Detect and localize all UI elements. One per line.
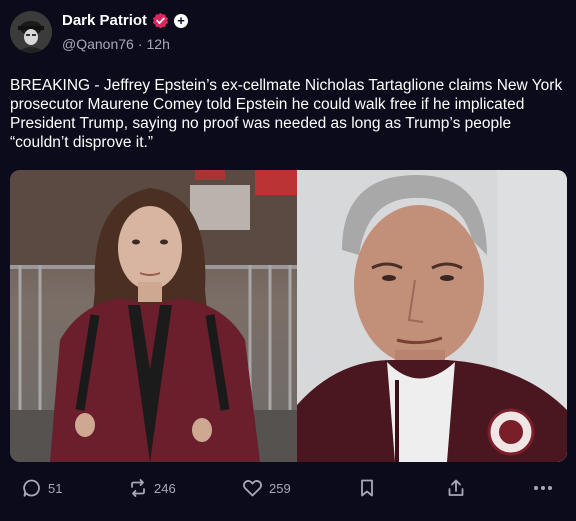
reply-icon: [23, 479, 40, 497]
like-count: 259: [269, 480, 291, 496]
more-options-button[interactable]: [532, 478, 554, 498]
post-card[interactable]: Dark Patriot + @Qanon76 · 12h BREAKING -…: [0, 0, 576, 521]
author-avatar[interactable]: [10, 11, 52, 53]
reply-count: 51: [48, 480, 63, 496]
repost-icon: [131, 479, 145, 497]
avatar-image: [10, 11, 52, 53]
photo-woman-maroon-coat[interactable]: [10, 170, 297, 462]
meta-separator: ·: [137, 36, 143, 52]
repost-button[interactable]: 246: [128, 478, 176, 498]
author-name[interactable]: Dark Patriot: [62, 12, 147, 29]
more-dots-icon: [534, 486, 552, 490]
photo-right-image: [297, 170, 567, 462]
post-media[interactable]: [10, 170, 567, 462]
bookmark-button[interactable]: [358, 478, 376, 498]
post-time[interactable]: 12h: [147, 36, 170, 52]
author-handle[interactable]: @Qanon76: [62, 36, 134, 52]
follow-plus-icon[interactable]: +: [174, 13, 189, 28]
action-bar: 51 246 259: [0, 478, 576, 510]
share-button[interactable]: [446, 478, 466, 498]
photo-left-image: [10, 170, 297, 462]
author-row: Dark Patriot +: [62, 12, 189, 29]
heart-icon: [243, 479, 262, 497]
like-button[interactable]: 259: [242, 478, 291, 498]
post-text: BREAKING - Jeffrey Epstein’s ex-cellmate…: [10, 77, 563, 151]
post-meta: @Qanon76 · 12h: [62, 36, 170, 52]
share-icon: [448, 479, 464, 496]
reply-button[interactable]: 51: [22, 478, 62, 498]
bookmark-icon: [361, 479, 373, 497]
photo-man-maroon-sweater[interactable]: [297, 170, 567, 462]
verified-badge-icon: [152, 12, 169, 29]
repost-count: 246: [154, 480, 176, 496]
